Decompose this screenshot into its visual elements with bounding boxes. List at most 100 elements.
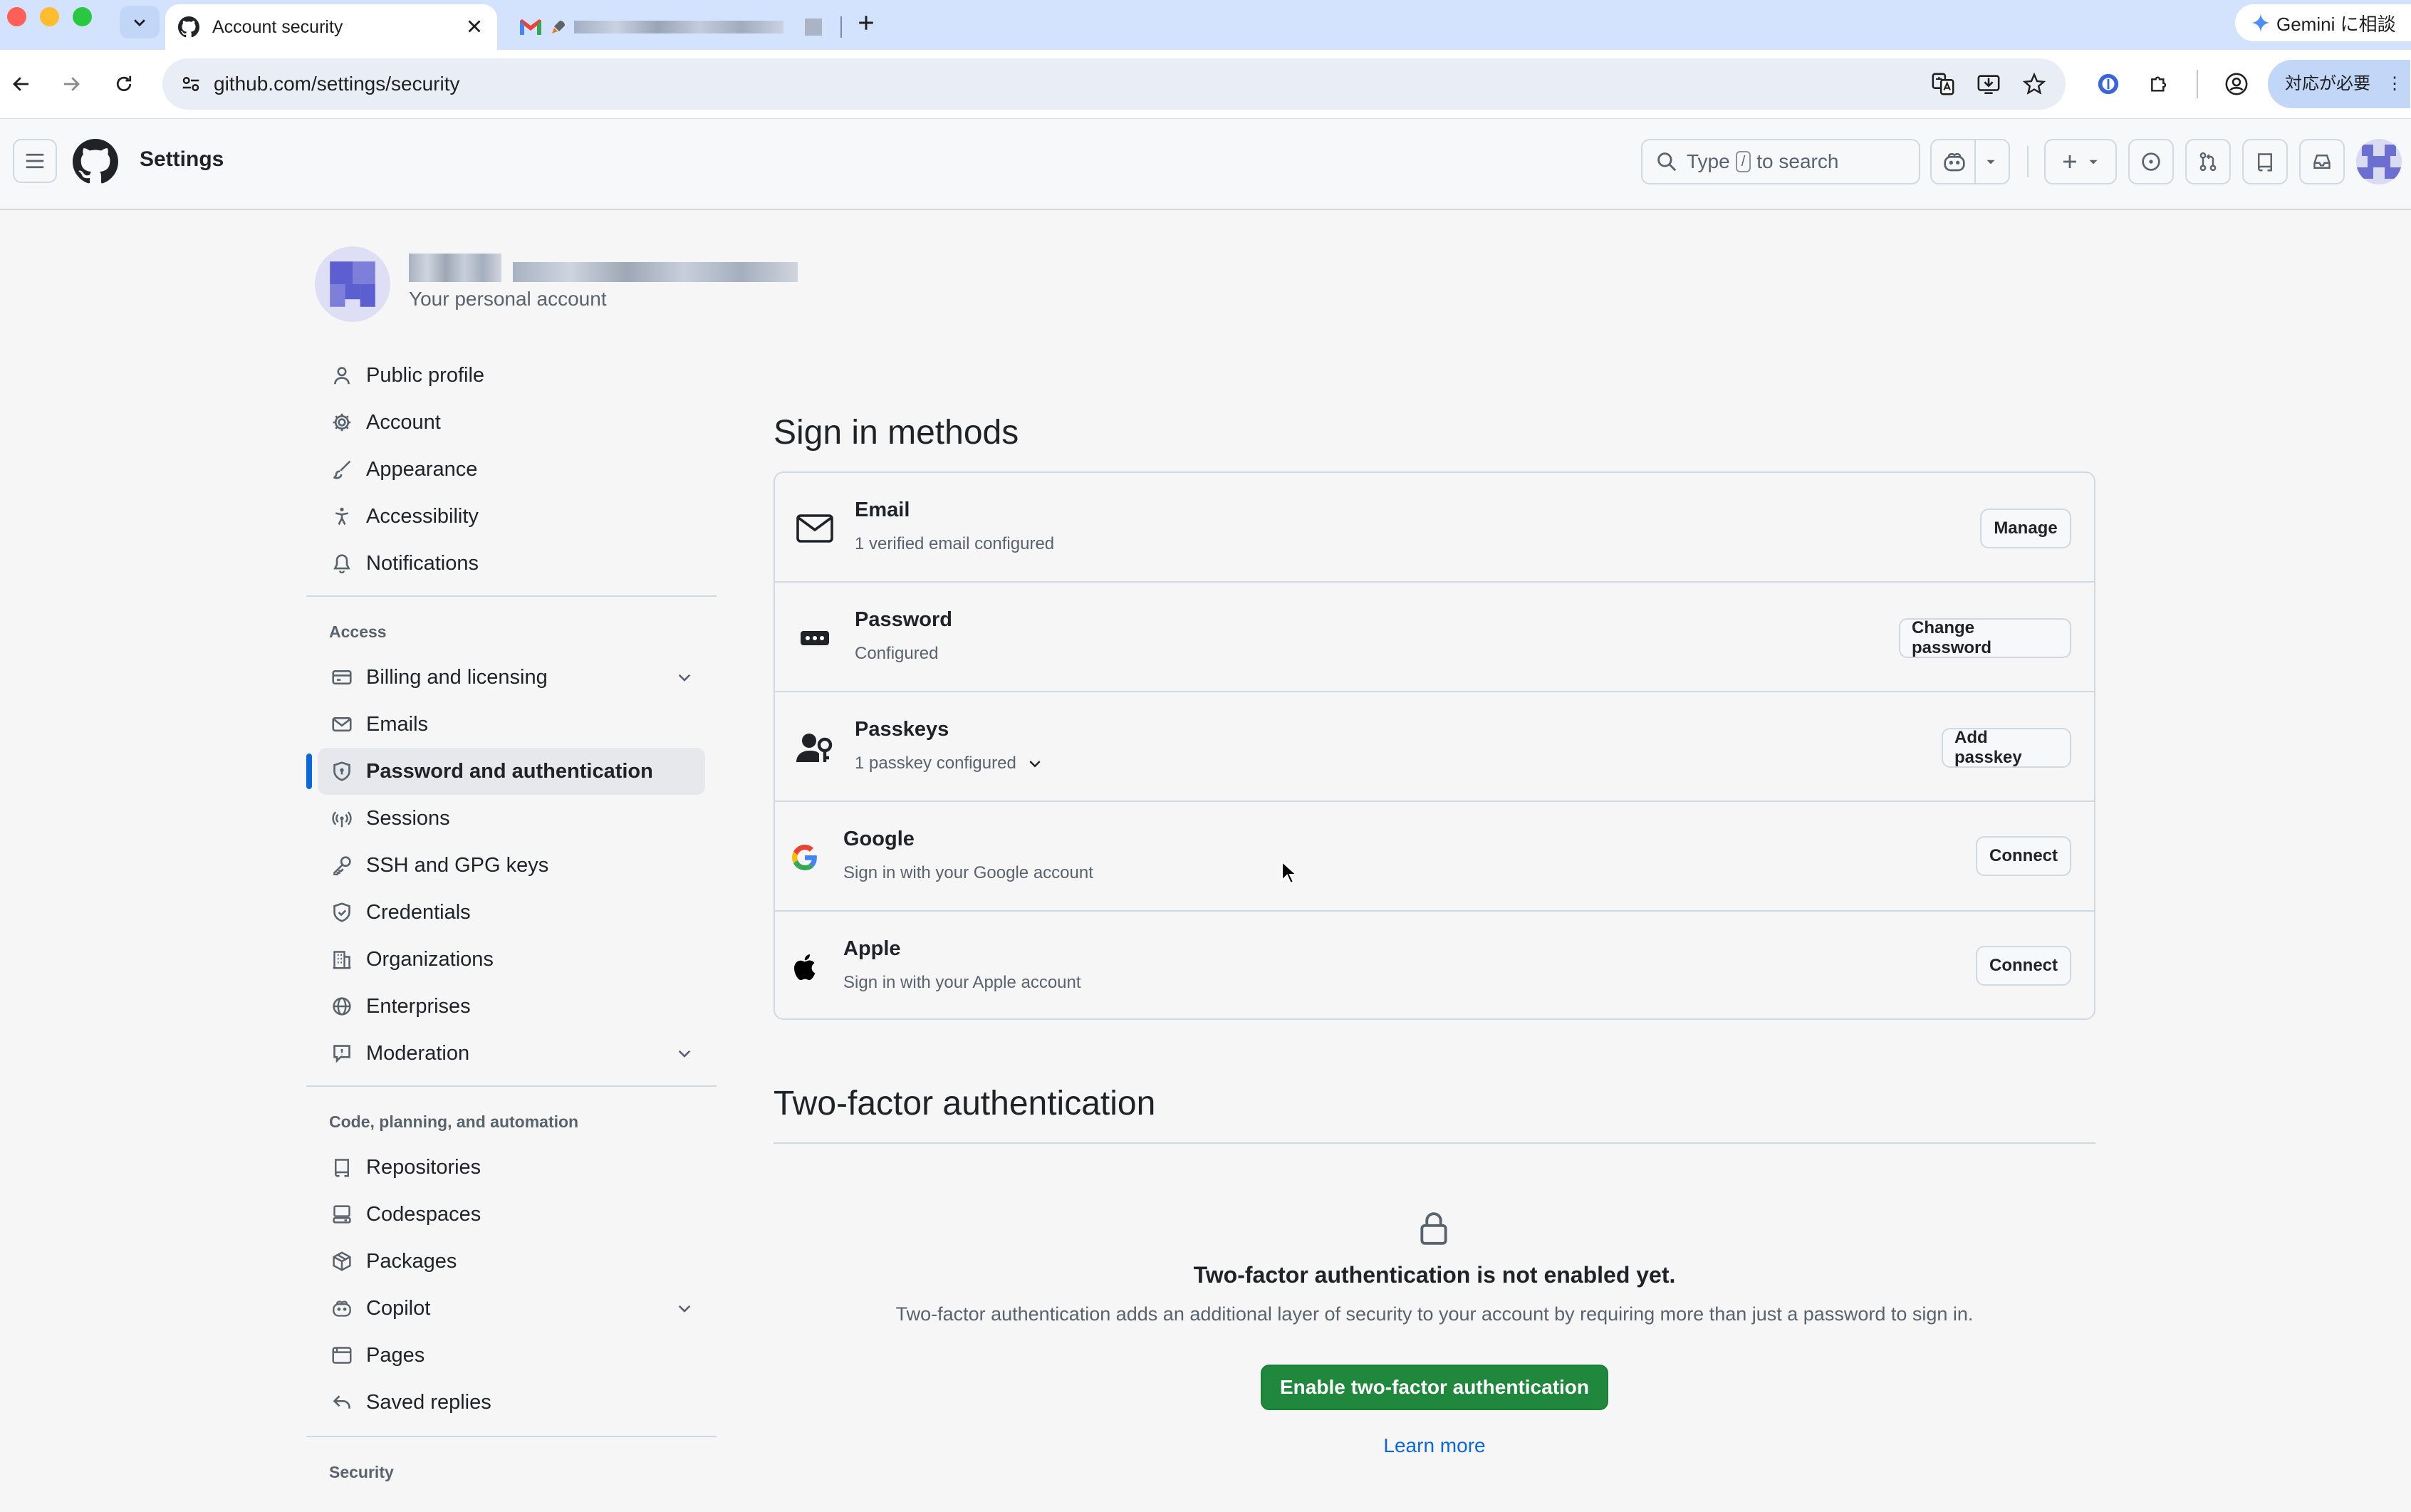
sidebar-item-password-and-authentication[interactable]: Password and authentication bbox=[318, 748, 705, 795]
key-icon bbox=[328, 855, 356, 875]
account-name-blurred bbox=[409, 254, 798, 286]
chevron-down-icon[interactable] bbox=[675, 1044, 694, 1063]
minimize-window-button[interactable] bbox=[40, 7, 59, 26]
sidebar-item-packages[interactable]: Packages bbox=[318, 1238, 705, 1285]
back-button[interactable] bbox=[4, 67, 38, 101]
sidebar-item-repositories[interactable]: Repositories bbox=[318, 1144, 705, 1191]
sidebar-item-account[interactable]: Account bbox=[318, 399, 705, 446]
star-icon[interactable] bbox=[2021, 71, 2047, 97]
reload-button[interactable] bbox=[107, 67, 141, 101]
site-info-icon[interactable] bbox=[178, 71, 204, 97]
github-logo-icon[interactable] bbox=[73, 139, 118, 184]
profile-icon[interactable] bbox=[2219, 67, 2254, 101]
connect-google-button[interactable]: Connect bbox=[1976, 836, 2071, 876]
tab-gmail[interactable] bbox=[507, 4, 843, 50]
chevron-down-icon bbox=[2089, 160, 2098, 165]
sidebar-item-sessions[interactable]: Sessions bbox=[318, 795, 705, 842]
sidebar-divider bbox=[306, 1436, 717, 1437]
sidebar-item-pages[interactable]: Pages bbox=[318, 1332, 705, 1379]
copilot-icon bbox=[328, 1299, 356, 1318]
sidebar-heading-code: Code, planning, and automation bbox=[329, 1112, 579, 1131]
update-required-button[interactable]: 対応が必要 ⋮ bbox=[2268, 60, 2410, 108]
browser-icon bbox=[328, 1345, 356, 1365]
search-input[interactable]: Type / to search bbox=[1641, 139, 1920, 184]
new-tab-button[interactable] bbox=[852, 9, 880, 37]
add-passkey-button[interactable]: Add passkey bbox=[1942, 728, 2071, 768]
tab-account-security[interactable]: Account security bbox=[165, 4, 497, 50]
method-title: Apple bbox=[843, 937, 901, 960]
github-icon bbox=[178, 16, 199, 38]
sidebar-item-label: Packages bbox=[366, 1249, 457, 1273]
sidebar-item-notifications[interactable]: Notifications bbox=[318, 540, 705, 587]
sidebar-item-public-profile[interactable]: Public profile bbox=[318, 352, 705, 399]
inbox-icon bbox=[2313, 155, 2331, 169]
lock-icon bbox=[1417, 1211, 1450, 1246]
create-new-button[interactable] bbox=[2044, 139, 2117, 184]
gemini-button[interactable]: Gemini に相談 bbox=[2235, 4, 2411, 41]
copilot-button[interactable] bbox=[1930, 139, 2010, 184]
issues-button[interactable] bbox=[2128, 139, 2174, 184]
two-factor-description: Two-factor authentication adds an additi… bbox=[895, 1303, 1974, 1325]
manage-email-button[interactable]: Manage bbox=[1980, 509, 2071, 548]
sidebar-item-accessibility[interactable]: Accessibility bbox=[318, 493, 705, 540]
sidebar-item-label: Notifications bbox=[366, 551, 479, 575]
tab-search-button[interactable] bbox=[120, 6, 160, 38]
address-bar[interactable]: github.com/settings/security bbox=[162, 58, 2066, 110]
reload-icon bbox=[116, 75, 132, 91]
search-prefix: Type bbox=[1687, 150, 1730, 172]
zoom-window-button[interactable] bbox=[73, 7, 92, 26]
sign-in-methods-list: Email 1 verified email configured Manage… bbox=[774, 471, 2095, 1020]
chevron-down-icon[interactable] bbox=[675, 1299, 694, 1318]
sidebar-item-label: Appearance bbox=[366, 457, 478, 481]
sidebar-item-copilot[interactable]: Copilot bbox=[318, 1285, 705, 1332]
password-manager-extension-icon[interactable] bbox=[2091, 67, 2125, 101]
chevron-down-icon[interactable] bbox=[675, 668, 694, 687]
sidebar-item-organizations[interactable]: Organizations bbox=[318, 936, 705, 983]
notifications-button[interactable] bbox=[2299, 139, 2345, 184]
back-icon bbox=[13, 77, 28, 91]
puzzle-icon[interactable] bbox=[2142, 67, 2177, 101]
account-caption: Your personal account bbox=[409, 288, 607, 310]
close-window-button[interactable] bbox=[7, 7, 26, 26]
method-title: Password bbox=[855, 608, 952, 631]
page-title[interactable]: Settings bbox=[140, 147, 224, 172]
install-icon[interactable] bbox=[1976, 71, 2001, 97]
forward-button[interactable] bbox=[54, 67, 88, 101]
sidebar-item-ssh-gpg-keys[interactable]: SSH and GPG keys bbox=[318, 842, 705, 889]
sidebar-item-appearance[interactable]: Appearance bbox=[318, 446, 705, 493]
sidebar-item-moderation[interactable]: Moderation bbox=[318, 1030, 705, 1077]
passkeys-toggle[interactable]: 1 passkey configured bbox=[855, 754, 1043, 773]
selected-indicator bbox=[306, 754, 312, 789]
repositories-button[interactable] bbox=[2242, 139, 2288, 184]
pull-requests-button[interactable] bbox=[2185, 139, 2231, 184]
translate-icon[interactable] bbox=[1930, 71, 1956, 97]
gmail-icon bbox=[519, 18, 543, 36]
method-subtitle: Configured bbox=[855, 644, 939, 663]
sidebar-item-codespaces[interactable]: Codespaces bbox=[318, 1191, 705, 1238]
sidebar-item-credentials[interactable]: Credentials bbox=[318, 889, 705, 936]
method-title: Email bbox=[855, 499, 910, 521]
repo-icon bbox=[2258, 153, 2272, 172]
sidebar-item-emails[interactable]: Emails bbox=[318, 701, 705, 748]
enable-two-factor-button[interactable]: Enable two-factor authentication bbox=[1261, 1365, 1608, 1410]
plus-icon bbox=[2063, 155, 2076, 168]
passkey-icon bbox=[795, 728, 835, 768]
sidebar-item-enterprises[interactable]: Enterprises bbox=[318, 983, 705, 1030]
account-avatar bbox=[315, 246, 390, 322]
search-icon bbox=[1657, 152, 1677, 172]
credit-card-icon bbox=[328, 667, 356, 687]
learn-more-link[interactable]: Learn more bbox=[1383, 1434, 1485, 1456]
close-icon[interactable] bbox=[466, 18, 483, 35]
user-avatar[interactable] bbox=[2356, 139, 2402, 184]
sign-in-methods-title: Sign in methods bbox=[774, 414, 1019, 452]
sidebar-item-label: SSH and GPG keys bbox=[366, 853, 549, 877]
change-password-button[interactable]: Change password bbox=[1899, 618, 2071, 658]
sidebar-item-label: Codespaces bbox=[366, 1202, 481, 1226]
search-suffix: to search bbox=[1756, 150, 1839, 172]
global-menu-button[interactable] bbox=[13, 139, 57, 183]
sidebar-item-label: Moderation bbox=[366, 1041, 470, 1065]
connect-apple-button[interactable]: Connect bbox=[1976, 946, 2071, 986]
sidebar-item-saved-replies[interactable]: Saved replies bbox=[318, 1379, 705, 1426]
sidebar-item-billing[interactable]: Billing and licensing bbox=[318, 654, 705, 701]
url-text[interactable]: github.com/settings/security bbox=[214, 58, 460, 110]
